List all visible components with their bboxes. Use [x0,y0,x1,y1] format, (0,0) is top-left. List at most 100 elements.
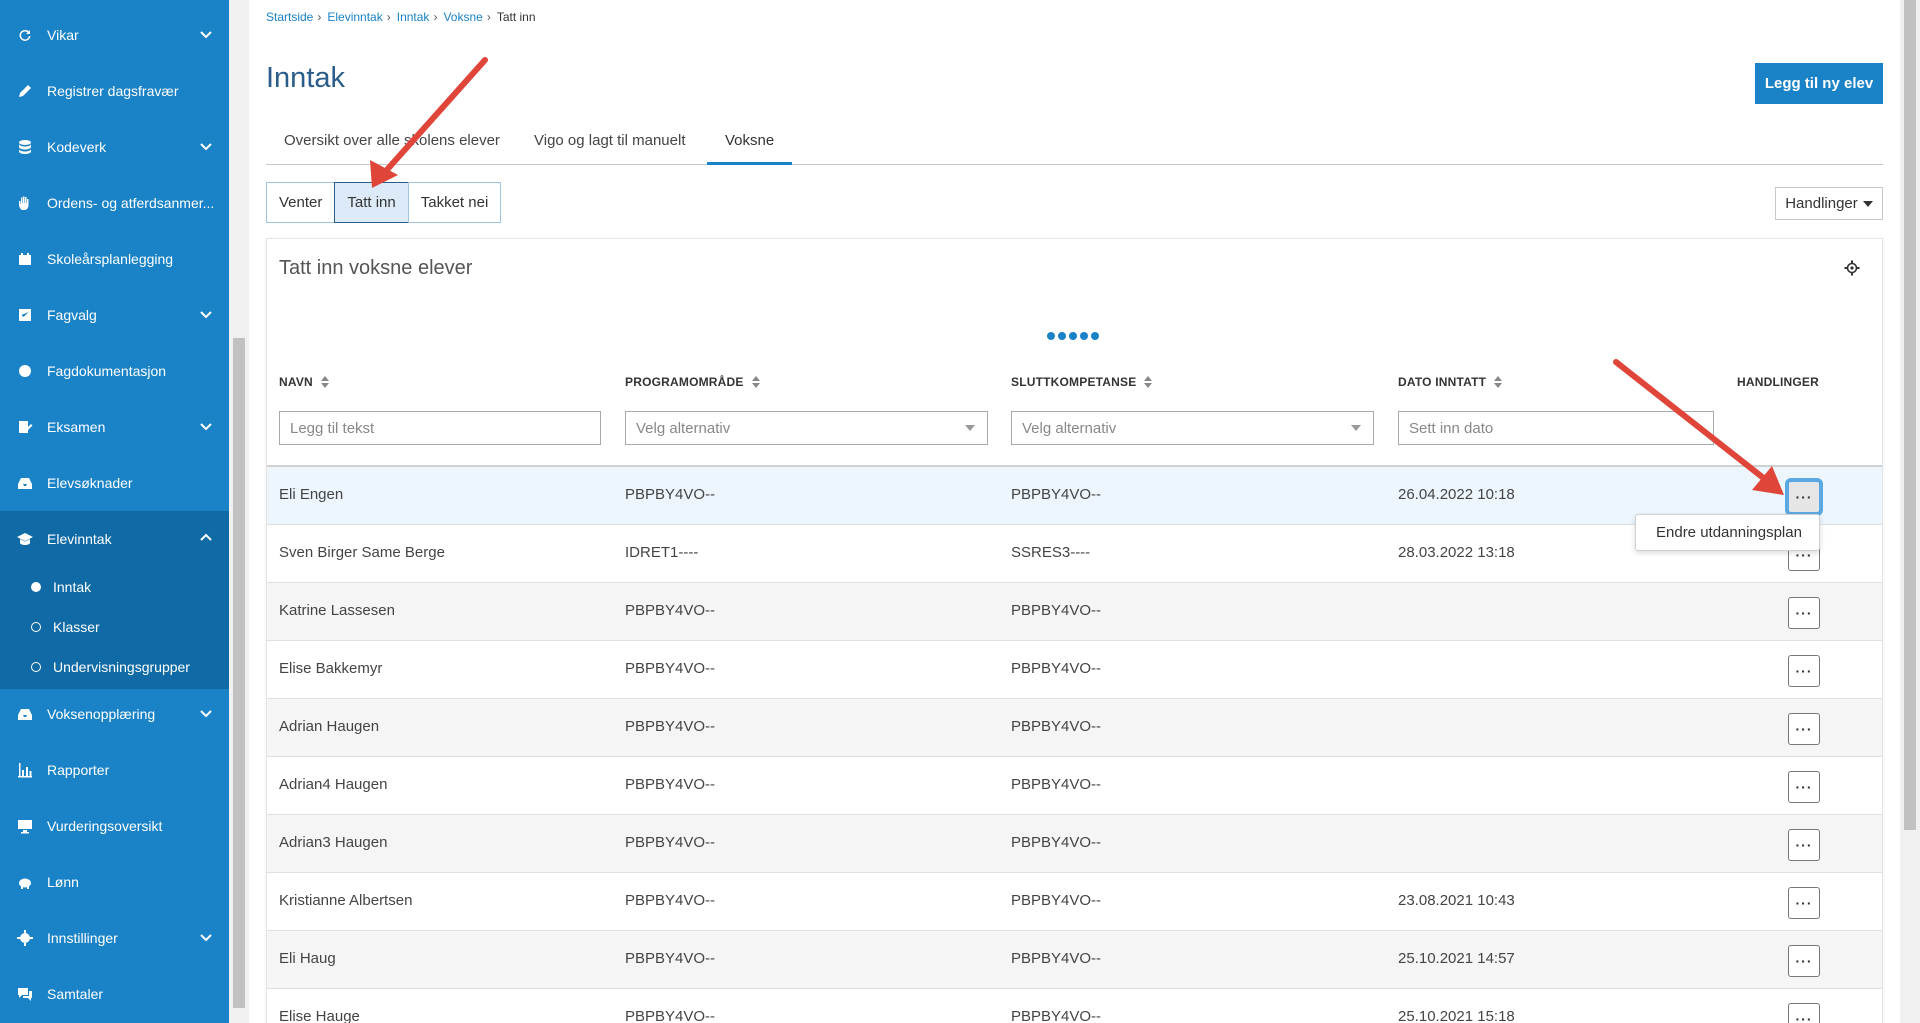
row-actions-button[interactable]: ··· [1788,655,1820,687]
cell-program: PBPBY4VO-- [625,718,716,735]
sidebar-subitem-label: Klasser [53,619,100,635]
sidebar-item-samtaler[interactable]: Samtaler [0,966,229,1022]
tab-voksne[interactable]: Voksne [707,122,793,165]
piggy-bank-icon [15,872,35,892]
sidebar-item-label: Kodeverk [47,139,107,155]
program-filter-select[interactable]: Velg alternativ [625,411,988,445]
sidebar-item-innstillinger[interactable]: Innstillinger [0,910,229,966]
segment-tatt-inn[interactable]: Tatt inn [334,182,409,223]
breadcrumb-link-inntak[interactable]: Inntak [397,10,430,24]
sidebar-subitem-inntak[interactable]: Inntak [0,567,229,607]
chevron-right-icon: › [386,10,391,24]
table-row[interactable]: Elise Bakkemyr PBPBY4VO-- PBPBY4VO-- ··· [267,641,1882,699]
sidebar-item-rapporter[interactable]: Rapporter [0,742,229,798]
sidebar-item-kodeverk[interactable]: Kodeverk [0,119,229,175]
cell-program: PBPBY4VO-- [625,834,716,851]
chevron-down-icon [199,706,215,722]
chevron-up-icon [199,531,215,547]
table-row[interactable]: Katrine Lassesen PBPBY4VO-- PBPBY4VO-- ·… [267,583,1882,641]
column-header-label: PROGRAMOMRÅDE [625,375,744,389]
sidebar-item-vikar[interactable]: Vikar [0,7,229,63]
page-scrollbar[interactable] [1900,0,1920,1023]
context-menu-endre-utdanningsplan[interactable]: Endre utdanningsplan [1635,514,1820,551]
sidebar-subitem-klasser[interactable]: Klasser [0,607,229,647]
chevron-right-icon: › [433,10,438,24]
table-row[interactable]: Adrian Haugen PBPBY4VO-- PBPBY4VO-- ··· [267,699,1882,757]
sidebar-item-label: Voksenopplæring [47,706,156,722]
segment-venter[interactable]: Venter [266,182,336,223]
sidebar-item-registrer-dagsfravaer[interactable]: Registrer dagsfravær [0,63,229,119]
sidebar-item-skolearsplanlegging[interactable]: Skoleårsplanlegging [0,231,229,287]
column-header-label: SLUTTKOMPETANSE [1011,375,1137,389]
scrollbar-thumb[interactable] [1904,0,1916,830]
cell-kompetanse: PBPBY4VO-- [1011,776,1102,793]
sidebar-item-eksamen[interactable]: Eksamen [0,399,229,455]
table-row[interactable]: Adrian4 Haugen PBPBY4VO-- PBPBY4VO-- ··· [267,757,1882,815]
scrollbar-thumb[interactable] [233,338,245,1008]
tab-oversikt[interactable]: Oversikt over alle skolens elever [266,122,518,165]
date-filter-input[interactable]: Sett inn dato [1398,411,1714,445]
cell-name: Adrian Haugen [279,718,380,735]
cell-date: 28.03.2022 13:18 [1398,544,1515,561]
refresh-icon [15,25,35,45]
sidebar-subitem-undervisningsgrupper[interactable]: Undervisningsgrupper [0,647,229,687]
row-actions-button[interactable]: ··· [1788,481,1820,513]
segment-takket-nei[interactable]: Takket nei [407,182,502,223]
filter-placeholder: Legg til tekst [290,419,375,437]
caret-down-icon [1351,425,1361,431]
cell-name: Adrian3 Haugen [279,834,388,851]
column-header-navn[interactable]: NAVN [279,375,329,389]
sidebar-scrollbar[interactable] [229,0,249,1023]
sidebar-item-ordens[interactable]: Ordens- og atferdsanmer... [0,175,229,231]
sidebar-item-fagdokumentasjon[interactable]: Fagdokumentasjon [0,343,229,399]
table-row[interactable]: Elise Hauge PBPBY4VO-- PBPBY4VO-- 25.10.… [267,989,1882,1023]
sidebar-item-elevsoknader[interactable]: Elevsøknader [0,455,229,511]
table-row[interactable]: Eli Haug PBPBY4VO-- PBPBY4VO-- 25.10.202… [267,931,1882,989]
radio-dot-icon [31,582,41,592]
row-actions-button[interactable]: ··· [1788,1003,1820,1023]
row-actions-button[interactable]: ··· [1788,887,1820,919]
inbox-icon [15,704,35,724]
column-header-dato-inntatt[interactable]: DATO INNTATT [1398,375,1503,389]
kompetanse-filter-select[interactable]: Velg alternativ [1011,411,1374,445]
calendar-icon [15,249,35,269]
add-student-button[interactable]: Legg til ny elev [1755,63,1883,104]
inbox-icon [15,473,35,493]
column-header-sluttkompetanse[interactable]: SLUTTKOMPETANSE [1011,375,1153,389]
cell-name: Adrian4 Haugen [279,776,388,793]
chevron-right-icon: › [486,10,491,24]
sidebar-item-label: Elevinntak [47,531,112,547]
sidebar-item-lonn[interactable]: Lønn [0,854,229,910]
row-actions-button[interactable]: ··· [1788,713,1820,745]
sort-icon [1494,376,1503,388]
row-actions-button[interactable]: ··· [1788,829,1820,861]
cell-date: 25.10.2021 15:18 [1398,1008,1515,1023]
chevron-down-icon [199,307,215,323]
cell-kompetanse: PBPBY4VO-- [1011,834,1102,851]
sidebar-item-label: Lønn [47,874,79,890]
sort-icon [751,376,760,388]
breadcrumb-link-startside[interactable]: Startside [266,10,313,24]
cell-program: IDRET1---- [625,544,699,561]
table-row[interactable]: Adrian3 Haugen PBPBY4VO-- PBPBY4VO-- ··· [267,815,1882,873]
gear-icon[interactable] [1844,260,1860,276]
row-actions-button[interactable]: ··· [1788,945,1820,977]
table-row[interactable]: Kristianne Albertsen PBPBY4VO-- PBPBY4VO… [267,873,1882,931]
tab-vigo[interactable]: Vigo og lagt til manuelt [516,122,704,165]
sidebar-item-elevinntak[interactable]: Elevinntak [0,511,229,567]
table-body: Eli Engen PBPBY4VO-- PBPBY4VO-- 26.04.20… [267,465,1882,1023]
breadcrumb-link-voksne[interactable]: Voksne [443,10,482,24]
cell-kompetanse: PBPBY4VO-- [1011,602,1102,619]
cell-kompetanse: PBPBY4VO-- [1011,718,1102,735]
sidebar-item-voksenopplaering[interactable]: Voksenopplæring [0,686,229,742]
sidebar-item-fagvalg[interactable]: Fagvalg [0,287,229,343]
name-filter-input[interactable]: Legg til tekst [279,411,601,445]
sidebar-item-label: Ordens- og atferdsanmer... [47,195,215,211]
actions-dropdown[interactable]: Handlinger [1775,187,1883,220]
row-actions-button[interactable]: ··· [1788,597,1820,629]
breadcrumb-link-elevinntak[interactable]: Elevinntak [327,10,382,24]
row-actions-button[interactable]: ··· [1788,771,1820,803]
sidebar-item-vurderingsoversikt[interactable]: Vurderingsoversikt [0,798,229,854]
column-header-programomrade[interactable]: PROGRAMOMRÅDE [625,375,760,389]
sidebar-item-label: Fagvalg [47,307,97,323]
